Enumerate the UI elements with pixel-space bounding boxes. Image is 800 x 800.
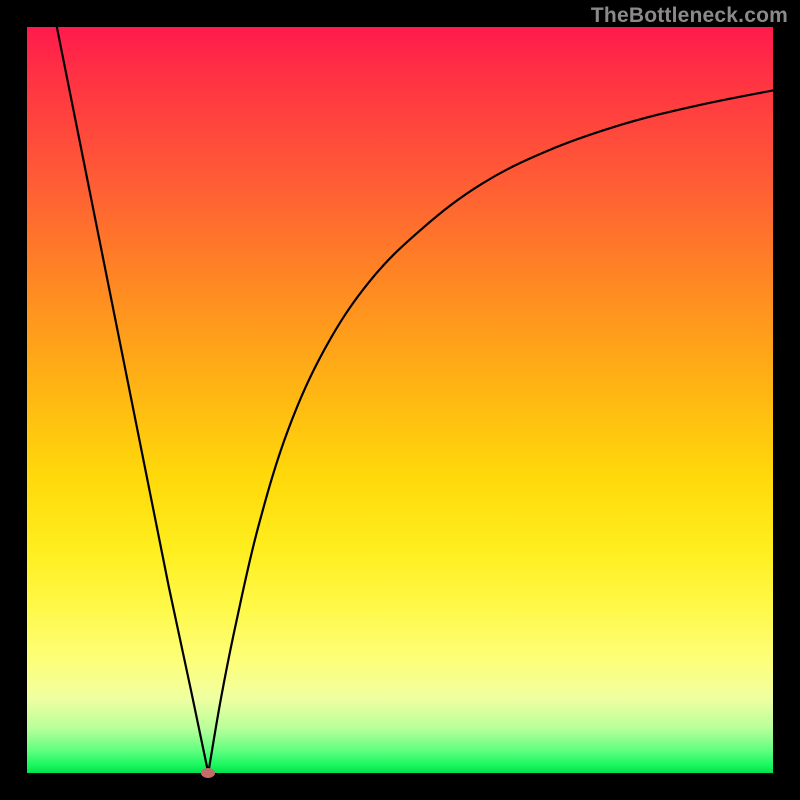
watermark-text: TheBottleneck.com xyxy=(591,4,788,28)
bottleneck-curve xyxy=(27,27,773,773)
plot-area xyxy=(27,27,773,773)
chart-frame: TheBottleneck.com xyxy=(0,0,800,800)
minimum-marker xyxy=(201,768,215,778)
